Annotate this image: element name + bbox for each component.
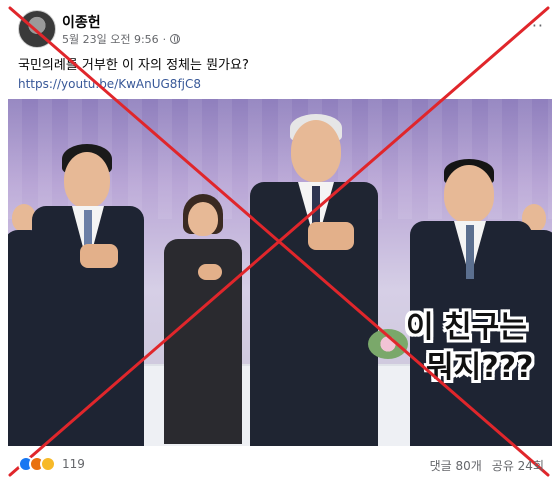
- post-photo[interactable]: 이 친구는 뭐지???: [8, 99, 552, 446]
- haha-icon: [40, 456, 56, 472]
- person-right: [406, 159, 536, 446]
- author-name[interactable]: 이종헌: [62, 12, 101, 32]
- post-stats: 댓글 80개 공유 24회: [430, 457, 544, 474]
- reaction-count: 119: [62, 457, 85, 471]
- globe-icon: [170, 34, 181, 44]
- person-left: [28, 144, 148, 446]
- overlay-text-line1: 이 친구는: [406, 310, 527, 345]
- post-link[interactable]: https://youtu.be/KwAnUG8fjC8: [18, 77, 201, 91]
- more-icon[interactable]: ···: [526, 16, 544, 35]
- post-text: 국민의례를 거부한 이 자의 정체는 뭔가요?: [18, 58, 249, 73]
- post-timestamp[interactable]: 5월 23일 오전 9:56: [62, 31, 159, 47]
- meta-separator: ·: [162, 32, 167, 46]
- reactions-summary[interactable]: 119: [18, 456, 85, 472]
- facebook-post: 이종헌 5월 23일 오전 9:56 · ··· 국민의례를 거부한 이 자의 …: [0, 0, 560, 483]
- post-meta: 5월 23일 오전 9:56 ·: [62, 31, 181, 47]
- avatar[interactable]: [18, 10, 56, 48]
- flower-decoration: [368, 329, 408, 359]
- overlay-text-line2: 뭐지???: [426, 350, 534, 385]
- person-center: [244, 114, 384, 446]
- background-person: [158, 194, 248, 444]
- shares-count[interactable]: 공유 24회: [492, 457, 544, 474]
- comments-count[interactable]: 댓글 80개: [430, 457, 482, 474]
- post-footer: 119 댓글 80개 공유 24회: [0, 448, 560, 483]
